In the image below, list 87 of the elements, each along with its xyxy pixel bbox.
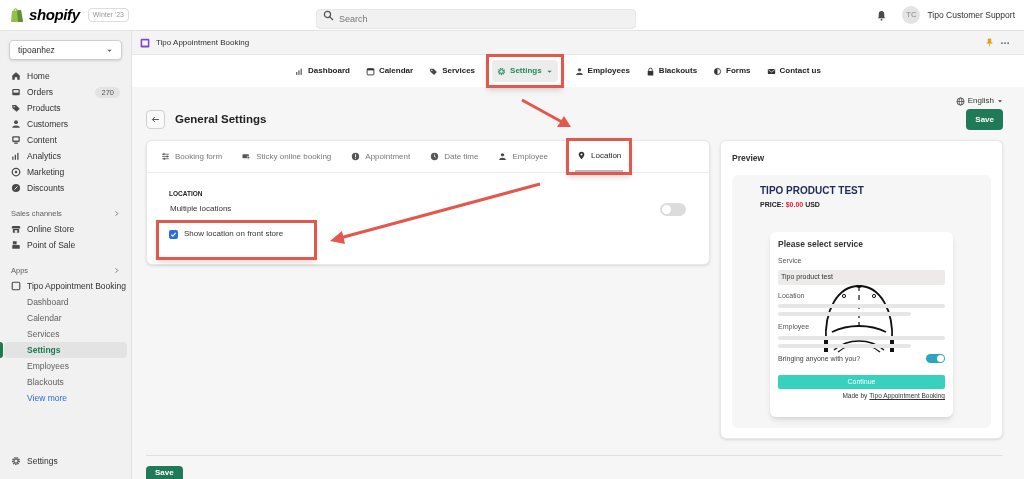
sidebar-subitem[interactable]: Settings xyxy=(4,342,127,358)
view-more-link[interactable]: View more xyxy=(4,390,127,406)
annotation-arrow xyxy=(521,98,571,127)
sidebar-subitem[interactable]: Services xyxy=(4,326,127,342)
nav-tab[interactable]: Employees xyxy=(569,60,635,82)
target-icon xyxy=(11,167,21,177)
app-icon xyxy=(11,281,21,291)
person-icon xyxy=(574,66,584,76)
bar-chart-icon xyxy=(295,66,305,76)
nav-tab[interactable]: Dashboard xyxy=(290,60,355,82)
window-cursor-icon xyxy=(242,152,252,161)
toggle-switch[interactable] xyxy=(660,202,686,216)
toggle-switch[interactable] xyxy=(926,354,945,364)
search-icon xyxy=(323,9,334,21)
chevron-right-icon xyxy=(113,210,120,217)
sidebar-item[interactable]: Settings xyxy=(4,453,127,469)
sidebar-item[interactable]: Discounts xyxy=(4,180,127,196)
inbox-icon xyxy=(11,87,21,97)
store-selector[interactable]: tipoanhez xyxy=(9,40,122,60)
exclamation-icon xyxy=(351,152,361,161)
settings-icon xyxy=(497,66,507,76)
nav-tab[interactable]: Blackouts xyxy=(640,60,703,82)
app-title: Tipo Appointment Booking xyxy=(156,36,250,49)
user-name[interactable]: Tipo Customer Support xyxy=(927,8,1015,22)
envelope-icon xyxy=(766,66,776,76)
caret-icon xyxy=(997,98,1003,104)
arrow-left-icon xyxy=(151,115,160,124)
form-heading: Please select service xyxy=(778,238,865,251)
location-pin-icon xyxy=(577,151,587,160)
search-field[interactable]: Search xyxy=(316,9,636,29)
sidebar-item[interactable]: Marketing xyxy=(4,164,127,180)
nav-tab[interactable]: Forms xyxy=(708,60,756,82)
sidebar-item[interactable]: Online Store xyxy=(4,221,127,237)
store-icon xyxy=(11,224,21,234)
sidebar-item[interactable]: Tipo Appointment Booking xyxy=(4,278,127,294)
sidebar-item[interactable]: Content xyxy=(4,132,127,148)
sidebar-subitem[interactable]: Employees xyxy=(4,358,127,374)
person-icon xyxy=(11,119,21,129)
save-button[interactable]: Save xyxy=(966,109,1003,130)
monitor-icon xyxy=(11,135,21,145)
person-icon xyxy=(498,152,508,161)
tag-icon xyxy=(429,66,439,76)
sidebar-item[interactable]: Point of Sale xyxy=(4,237,127,253)
checkbox[interactable] xyxy=(169,229,178,239)
page-title: General Settings xyxy=(175,111,267,127)
globe-icon xyxy=(955,96,965,106)
nav-tab[interactable]: Contact us xyxy=(761,60,826,82)
sidebar-item[interactable]: Home xyxy=(4,68,127,84)
sidebar-subitem[interactable]: Dashboard xyxy=(4,294,127,310)
half-circle-icon xyxy=(713,66,723,76)
tab[interactable]: Location xyxy=(575,141,624,172)
clock-icon xyxy=(430,152,440,161)
sidebar-subitem[interactable]: Blackouts xyxy=(4,374,127,390)
nav-tab[interactable]: Services xyxy=(424,60,481,82)
toggle-label: Multiple locations xyxy=(170,203,233,216)
shopping-bag-icon xyxy=(9,6,25,24)
sidebar-item[interactable]: Products xyxy=(4,100,127,116)
sidebar-item[interactable]: Analytics xyxy=(4,148,127,164)
save-button[interactable]: Save xyxy=(146,466,183,479)
settings-icon xyxy=(11,456,21,466)
bar-chart-icon xyxy=(11,151,21,161)
chevron-right-icon xyxy=(113,267,120,274)
sliders-icon xyxy=(161,152,170,161)
tab[interactable]: Appointment xyxy=(349,141,413,172)
app-logo-icon xyxy=(140,37,150,48)
checkbox-label: Show location on front store xyxy=(184,228,284,241)
brand-logo-text: shopify xyxy=(29,4,80,25)
product-title: TIPO PRODUCT TEST xyxy=(760,183,864,198)
calendar-icon xyxy=(365,66,375,76)
pin-icon xyxy=(985,38,994,47)
bell-icon xyxy=(876,9,888,21)
tab[interactable]: Booking form xyxy=(159,141,225,172)
nav-tab[interactable]: Calendar xyxy=(360,60,419,82)
tab[interactable]: Sticky online booking xyxy=(240,141,334,172)
sidebar-item[interactable]: Customers xyxy=(4,116,127,132)
tag-icon xyxy=(11,103,21,113)
discount-icon xyxy=(11,183,21,193)
sidebar-subitem[interactable]: Calendar xyxy=(4,310,127,326)
tab[interactable]: Date time xyxy=(428,141,481,172)
language-selector[interactable]: English xyxy=(955,95,1003,107)
preview-title: Preview xyxy=(732,152,766,165)
nav-tab[interactable]: Settings xyxy=(492,60,558,82)
back-button[interactable] xyxy=(146,110,165,129)
tab[interactable]: Employee xyxy=(496,141,551,172)
home-icon xyxy=(11,71,21,81)
lock-icon xyxy=(645,66,655,76)
register-icon xyxy=(11,240,21,250)
